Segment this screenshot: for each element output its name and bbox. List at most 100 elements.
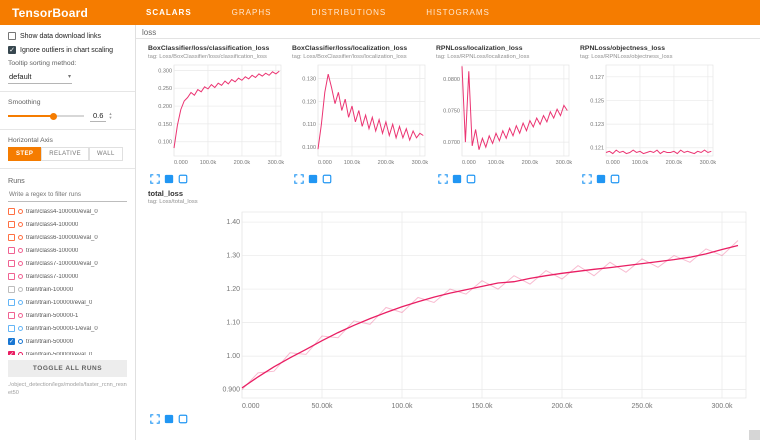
run-checkbox[interactable]: ✓ [8,338,15,345]
checkbox-icon[interactable]: ✓ [8,46,16,54]
run-item[interactable]: ✓train/train-500000/eval_0 [8,348,127,355]
run-color-icon [18,313,23,318]
scrollbar-corner [749,430,760,440]
run-item[interactable]: train/class4-100000 [8,218,127,231]
svg-text:300.0k: 300.0k [556,160,572,166]
run-list[interactable]: train/class4-100000/eval_0 train/class4-1… [8,205,127,355]
fit-domain-icon[interactable] [164,414,174,424]
line-chart[interactable]: 0.1210.1230.1250.1270.000100.0k200.0k300… [580,61,716,167]
fit-domain-icon[interactable] [596,174,606,184]
run-item[interactable]: train/train-100000 [8,283,127,296]
line-chart[interactable]: 0.07000.07500.08000.000100.0k200.0k300.0… [436,61,572,167]
svg-text:200.0k: 200.0k [234,160,251,166]
svg-text:0.150: 0.150 [158,122,172,128]
run-checkbox[interactable] [8,325,15,332]
run-item[interactable]: train/train-500000-1/eval_0 [8,322,127,335]
run-item[interactable]: train/class6-100000 [8,244,127,257]
line-chart[interactable]: 0.1000.1100.1200.1300.000100.0k200.0k300… [292,61,428,167]
run-color-icon [18,222,23,227]
run-item[interactable]: train/train-100000/eval_0 [8,296,127,309]
run-label: train/class4-100000 [26,222,78,228]
run-checkbox[interactable] [8,221,15,228]
run-checkbox[interactable] [8,273,15,280]
smoothing-label: Smoothing [8,99,127,106]
tooltip-sort-select[interactable]: default ▾ [8,70,72,84]
run-checkbox[interactable]: ✓ [8,351,15,355]
svg-text:100.0k: 100.0k [344,160,361,166]
svg-text:1.30: 1.30 [226,253,240,260]
run-checkbox[interactable] [8,260,15,267]
tab-histograms[interactable]: HISTOGRAMS [426,8,490,17]
tab-scalars[interactable]: SCALARS [146,8,192,17]
chart-title: total_loss [148,189,760,198]
run-item[interactable]: train/class4-100000/eval_0 [8,205,127,218]
fullscreen-icon[interactable] [150,414,160,424]
chart-toolbar [148,412,760,424]
spinner-arrows-icon[interactable]: ▲▼ [108,112,112,120]
svg-text:0.000: 0.000 [318,160,332,166]
slider-thumb[interactable] [50,113,57,120]
app-header: TensorBoard SCALARSGRAPHSDISTRIBUTIONSHI… [0,0,760,25]
run-item[interactable]: train/class6-100000/eval_0 [8,231,127,244]
axis-button-relative[interactable]: RELATIVE [41,147,89,161]
pin-icon[interactable] [178,174,188,184]
ignore-outliers-checkbox-row[interactable]: ✓ Ignore outliers in chart scaling [8,46,127,54]
small-charts-row: BoxClassifier/loss/classification_loss t… [136,39,760,184]
chart-title: BoxClassifier/loss/classification_loss [148,45,286,53]
chart-tag: tag: Loss/BoxClassifier/loss/classificat… [148,54,286,60]
pin-icon[interactable] [610,174,620,184]
pin-icon[interactable] [178,414,188,424]
chart-card: RPNLoss/objectness_loss tag: Loss/RPNLos… [580,45,718,184]
line-chart[interactable]: 0.1000.1500.2000.2500.3000.000100.0k200.… [148,61,284,167]
fullscreen-icon[interactable] [294,174,304,184]
run-color-icon [18,235,23,240]
runs-filter-input[interactable] [8,188,127,202]
run-item[interactable]: train/class7-100000 [8,270,127,283]
run-item[interactable]: ✓train/train-500000 [8,335,127,348]
fit-domain-icon[interactable] [308,174,318,184]
fit-domain-icon[interactable] [164,174,174,184]
show-download-links-checkbox-row[interactable]: Show data download links [8,32,127,40]
tag-filter-input[interactable]: loss [136,25,760,39]
svg-text:0.900: 0.900 [222,387,240,394]
run-label: train/train-500000-1 [26,313,78,319]
toggle-all-runs-button[interactable]: TOGGLE ALL RUNS [8,360,127,377]
run-checkbox[interactable] [8,299,15,306]
pin-icon[interactable] [466,174,476,184]
run-item[interactable]: train/train-500000-1 [8,309,127,322]
horizontal-axis-label: Horizontal Axis [8,137,127,144]
svg-text:300.0k: 300.0k [700,160,716,166]
smoothing-input[interactable]: 0.6 ▲▼ [90,110,112,122]
fit-domain-icon[interactable] [452,174,462,184]
divider [0,91,135,92]
fullscreen-icon[interactable] [582,174,592,184]
smoothing-value[interactable]: 0.6 [90,110,106,122]
run-label: train/class6-100000/eval_0 [26,235,98,241]
run-checkbox[interactable] [8,208,15,215]
axis-button-step[interactable]: STEP [8,147,41,161]
run-item[interactable]: train/class7-100000/eval_0 [8,257,127,270]
smoothing-control: 0.6 ▲▼ [8,110,127,122]
tab-distributions[interactable]: DISTRIBUTIONS [311,8,386,17]
pin-icon[interactable] [322,174,332,184]
run-checkbox[interactable] [8,247,15,254]
chart-card: BoxClassifier/loss/classification_loss t… [148,45,286,184]
svg-text:300.0k: 300.0k [412,160,428,166]
chart-title: BoxClassifier/loss/localization_loss [292,45,430,53]
fullscreen-icon[interactable] [438,174,448,184]
checkbox-icon[interactable] [8,32,16,40]
svg-text:0.0800: 0.0800 [443,77,460,83]
chart-tag: tag: Loss/RPNLoss/objectness_loss [580,54,718,60]
svg-text:200.0k: 200.0k [522,160,539,166]
svg-text:0.000: 0.000 [606,160,620,166]
tab-graphs[interactable]: GRAPHS [232,8,272,17]
run-checkbox[interactable] [8,312,15,319]
chart-card: RPNLoss/localization_loss tag: Loss/RPNL… [436,45,574,184]
axis-button-wall[interactable]: WALL [89,147,123,161]
chart-title: RPNLoss/objectness_loss [580,45,718,53]
fullscreen-icon[interactable] [150,174,160,184]
run-checkbox[interactable] [8,234,15,241]
smoothing-slider[interactable] [8,115,84,117]
run-checkbox[interactable] [8,286,15,293]
line-chart[interactable]: 0.9001.001.101.201.301.400.00050.00k100.… [206,206,754,412]
